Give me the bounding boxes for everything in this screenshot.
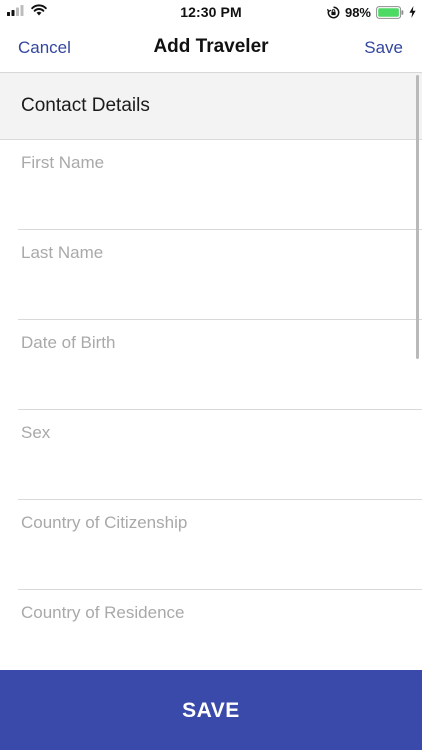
country-of-residence-input[interactable] (21, 630, 401, 666)
save-button[interactable]: SAVE (0, 670, 422, 750)
first-name-field[interactable]: First Name (0, 140, 422, 230)
scroll-indicator[interactable] (416, 75, 419, 359)
field-label: Last Name (21, 243, 104, 262)
country-of-citizenship-input[interactable] (21, 540, 401, 576)
section-title: Contact Details (21, 95, 150, 116)
sex-field[interactable]: Sex (0, 410, 422, 500)
first-name-input[interactable] (21, 180, 401, 216)
save-nav-button[interactable]: Save (364, 38, 403, 58)
field-label: Country of Residence (21, 603, 185, 622)
page-title: Add Traveler (153, 36, 269, 57)
charging-bolt-icon (409, 6, 416, 18)
date-of-birth-input[interactable] (21, 360, 401, 396)
last-name-field[interactable]: Last Name (0, 230, 422, 320)
orientation-lock-icon (326, 6, 340, 19)
date-of-birth-field[interactable]: Date of Birth (0, 320, 422, 410)
field-label: Date of Birth (21, 333, 116, 352)
status-right: 98% (326, 4, 416, 20)
field-label: First Name (21, 153, 105, 172)
battery-icon (376, 5, 404, 19)
country-of-citizenship-field[interactable]: Country of Citizenship (0, 500, 422, 590)
sex-input[interactable] (21, 450, 401, 486)
field-label: Sex (21, 423, 51, 442)
section-header: Contact Details (0, 73, 422, 140)
save-button-label: SAVE (182, 699, 240, 722)
battery-percent: 98% (344, 4, 371, 20)
status-bar: 12:30 PM 98% (0, 0, 422, 24)
field-label: Country of Citizenship (21, 513, 188, 532)
country-of-residence-field[interactable]: Country of Residence (0, 590, 422, 680)
contact-form: First Name Last Name Date of Birth Sex C… (0, 140, 422, 680)
last-name-input[interactable] (21, 270, 401, 306)
nav-bar: Cancel Add Traveler Save (0, 24, 422, 73)
